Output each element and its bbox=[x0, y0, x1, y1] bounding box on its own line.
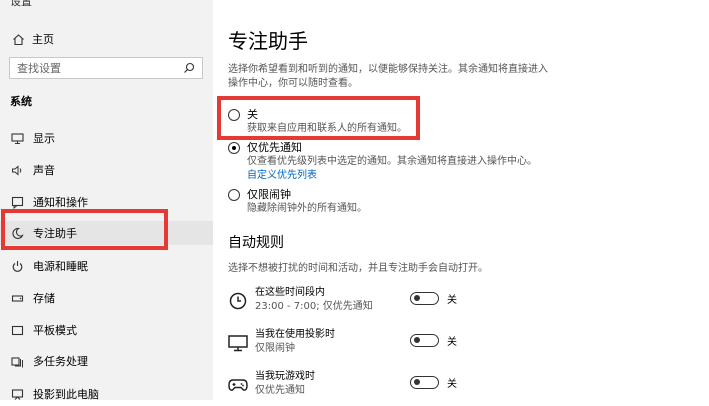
sidebar-item-label: 声音 bbox=[33, 164, 55, 177]
rule-gaming[interactable]: 当我玩游戏时 仅优先通知 关 bbox=[227, 370, 709, 404]
rule-subtitle: 仅限闹钟 bbox=[255, 343, 295, 354]
notification-icon bbox=[9, 194, 25, 210]
sidebar-item-multitasking[interactable]: 多任务处理 bbox=[0, 349, 213, 373]
sidebar-item-display[interactable]: 显示 bbox=[0, 126, 213, 150]
option-priority-desc: 仅查看优先级列表中选定的通知。其余通知将直接进入操作中心。 bbox=[247, 156, 537, 167]
monitor-icon bbox=[227, 332, 249, 354]
rule-subtitle: 仅优先通知 bbox=[255, 385, 305, 396]
option-alarms-only[interactable]: 仅限闹钟 隐藏除闹钟外的所有通知。 bbox=[228, 188, 367, 216]
clock-icon bbox=[227, 290, 249, 312]
storage-icon bbox=[9, 290, 25, 306]
sidebar-item-label: 电源和睡眠 bbox=[33, 260, 88, 273]
highlight-box-off-option bbox=[217, 96, 420, 140]
radio-alarms-only[interactable] bbox=[228, 189, 240, 201]
page-title: 专注助手 bbox=[228, 29, 308, 53]
option-alarms-desc: 隐藏除闹钟外的所有通知。 bbox=[247, 203, 367, 214]
rule-title: 当我玩游戏时 bbox=[255, 371, 315, 382]
customize-priority-list-link[interactable]: 自定义优先列表 bbox=[247, 169, 537, 183]
search-icon[interactable] bbox=[181, 60, 197, 76]
sidebar-item-power[interactable]: 电源和睡眠 bbox=[0, 254, 213, 278]
home-label: 主页 bbox=[32, 33, 54, 46]
sidebar-item-storage[interactable]: 存储 bbox=[0, 286, 213, 310]
window-title: 设置 bbox=[10, 0, 32, 8]
rule-toggle-projecting[interactable] bbox=[410, 334, 439, 347]
toggle-state-label: 关 bbox=[447, 295, 457, 306]
main-panel: 专注助手 选择你希望看到和听到的通知，以便能够保持关注。其余通知将直接进入 操作… bbox=[213, 0, 709, 400]
sidebar-item-label: 存储 bbox=[33, 292, 55, 305]
sidebar-item-sound[interactable]: 声音 bbox=[0, 158, 213, 182]
page-description-line1: 选择你希望看到和听到的通知，以便能够保持关注。其余通知将直接进入 bbox=[228, 64, 548, 75]
sidebar-item-project-to-pc[interactable]: 投影到此电脑 bbox=[0, 382, 213, 406]
section-label-system: 系统 bbox=[10, 95, 32, 108]
page-description-line2: 操作中心，你可以随时查看。 bbox=[228, 78, 358, 89]
sidebar-item-tablet-mode[interactable]: 平板模式 bbox=[0, 318, 213, 342]
rule-title: 在这些时间段内 bbox=[255, 287, 325, 298]
power-icon bbox=[9, 258, 25, 274]
option-alarms-label: 仅限闹钟 bbox=[247, 188, 291, 201]
sidebar-item-label: 通知和操作 bbox=[33, 196, 88, 209]
highlight-box-sidebar bbox=[1, 209, 168, 250]
auto-rules-title: 自动规则 bbox=[228, 235, 284, 251]
tablet-icon bbox=[9, 322, 25, 338]
rule-during-times[interactable]: 在这些时间段内 23:00 - 7:00; 仅优先通知 关 bbox=[227, 286, 709, 320]
rule-title: 当我在使用投影时 bbox=[255, 329, 335, 340]
rule-subtitle: 23:00 - 7:00; 仅优先通知 bbox=[255, 301, 373, 312]
toggle-state-label: 关 bbox=[447, 379, 457, 390]
sidebar-item-label: 显示 bbox=[33, 132, 55, 145]
sidebar: 设置 主页 查找设置 系统 显示 声音 通知和操作 专注助手 电源和睡眠 存储 … bbox=[0, 0, 213, 401]
auto-rules-description: 选择不想被打扰的时间和活动，并且专注助手会自动打开。 bbox=[228, 263, 488, 274]
gamepad-icon bbox=[227, 374, 249, 396]
rule-toggle-during-times[interactable] bbox=[410, 292, 439, 305]
sidebar-item-label: 多任务处理 bbox=[33, 355, 88, 368]
speaker-icon bbox=[9, 162, 25, 178]
search-input[interactable]: 查找设置 bbox=[9, 57, 203, 79]
radio-priority-only[interactable] bbox=[228, 142, 240, 154]
rule-toggle-gaming[interactable] bbox=[410, 376, 439, 389]
multitask-icon bbox=[9, 353, 25, 369]
search-placeholder: 查找设置 bbox=[17, 62, 61, 75]
option-priority-only[interactable]: 仅优先通知 仅查看优先级列表中选定的通知。其余通知将直接进入操作中心。 自定义优… bbox=[228, 141, 537, 183]
toggle-state-label: 关 bbox=[447, 337, 457, 348]
sidebar-item-label: 平板模式 bbox=[33, 324, 77, 337]
page-description: 选择你希望看到和听到的通知，以便能够保持关注。其余通知将直接进入 操作中心，你可… bbox=[228, 63, 558, 91]
rule-projecting[interactable]: 当我在使用投影时 仅限闹钟 关 bbox=[227, 328, 709, 362]
option-priority-label: 仅优先通知 bbox=[247, 141, 302, 154]
display-icon bbox=[9, 130, 25, 146]
home-button[interactable]: 主页 bbox=[10, 30, 54, 48]
home-icon bbox=[10, 31, 26, 47]
